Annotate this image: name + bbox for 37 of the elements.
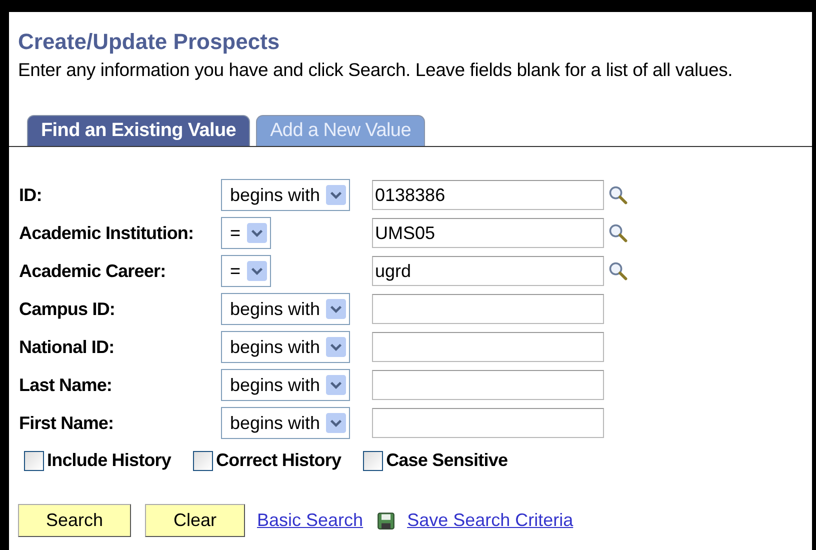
field-label: Academic Career: bbox=[19, 260, 167, 282]
checkbox-label: Correct History bbox=[216, 450, 342, 471]
value-field[interactable]: 0138386 bbox=[372, 180, 604, 210]
operator-dropdown[interactable]: begins with bbox=[221, 293, 350, 325]
value-field[interactable]: UMS05 bbox=[372, 218, 604, 248]
search-icon[interactable] bbox=[608, 261, 628, 281]
operator-dropdown[interactable]: = bbox=[221, 217, 271, 249]
checkbox[interactable] bbox=[24, 450, 44, 470]
field-label: Last Name: bbox=[19, 374, 114, 396]
page-title: Create/Update Prospects bbox=[17, 28, 281, 55]
value-field[interactable]: ugrd bbox=[372, 256, 604, 286]
operator-dropdown[interactable]: begins with bbox=[221, 369, 350, 401]
tab[interactable]: Find an Existing Value bbox=[27, 115, 250, 146]
checkbox[interactable] bbox=[363, 450, 384, 470]
link[interactable]: Save Search Criteria bbox=[407, 510, 574, 531]
field-label: ID: bbox=[19, 184, 43, 206]
checkbox-label: Include History bbox=[47, 450, 172, 471]
operator-dropdown[interactable]: begins with bbox=[221, 407, 350, 439]
value-field[interactable] bbox=[372, 294, 604, 324]
field-label: Campus ID: bbox=[19, 298, 116, 320]
instructions-text: Enter any information you have and click Search. Leave fields blank for a list of all values. bbox=[17, 59, 734, 81]
field-label: First Name: bbox=[19, 412, 115, 434]
checkbox[interactable] bbox=[193, 450, 214, 470]
operator-dropdown[interactable]: = bbox=[221, 255, 271, 287]
action-button[interactable]: Clear bbox=[145, 504, 245, 537]
value-field[interactable] bbox=[372, 408, 604, 438]
operator-dropdown[interactable]: begins with bbox=[221, 179, 350, 211]
operator-dropdown[interactable]: begins with bbox=[221, 331, 350, 363]
search-icon[interactable] bbox=[608, 185, 628, 205]
field-label: National ID: bbox=[19, 336, 116, 358]
value-field[interactable] bbox=[372, 370, 604, 400]
field-label: Academic Institution: bbox=[19, 222, 195, 244]
value-field[interactable] bbox=[372, 332, 604, 362]
search-icon[interactable] bbox=[608, 223, 628, 243]
checkbox-label: Case Sensitive bbox=[386, 450, 508, 471]
link[interactable]: Basic Search bbox=[257, 510, 364, 531]
action-button[interactable]: Search bbox=[18, 504, 131, 537]
